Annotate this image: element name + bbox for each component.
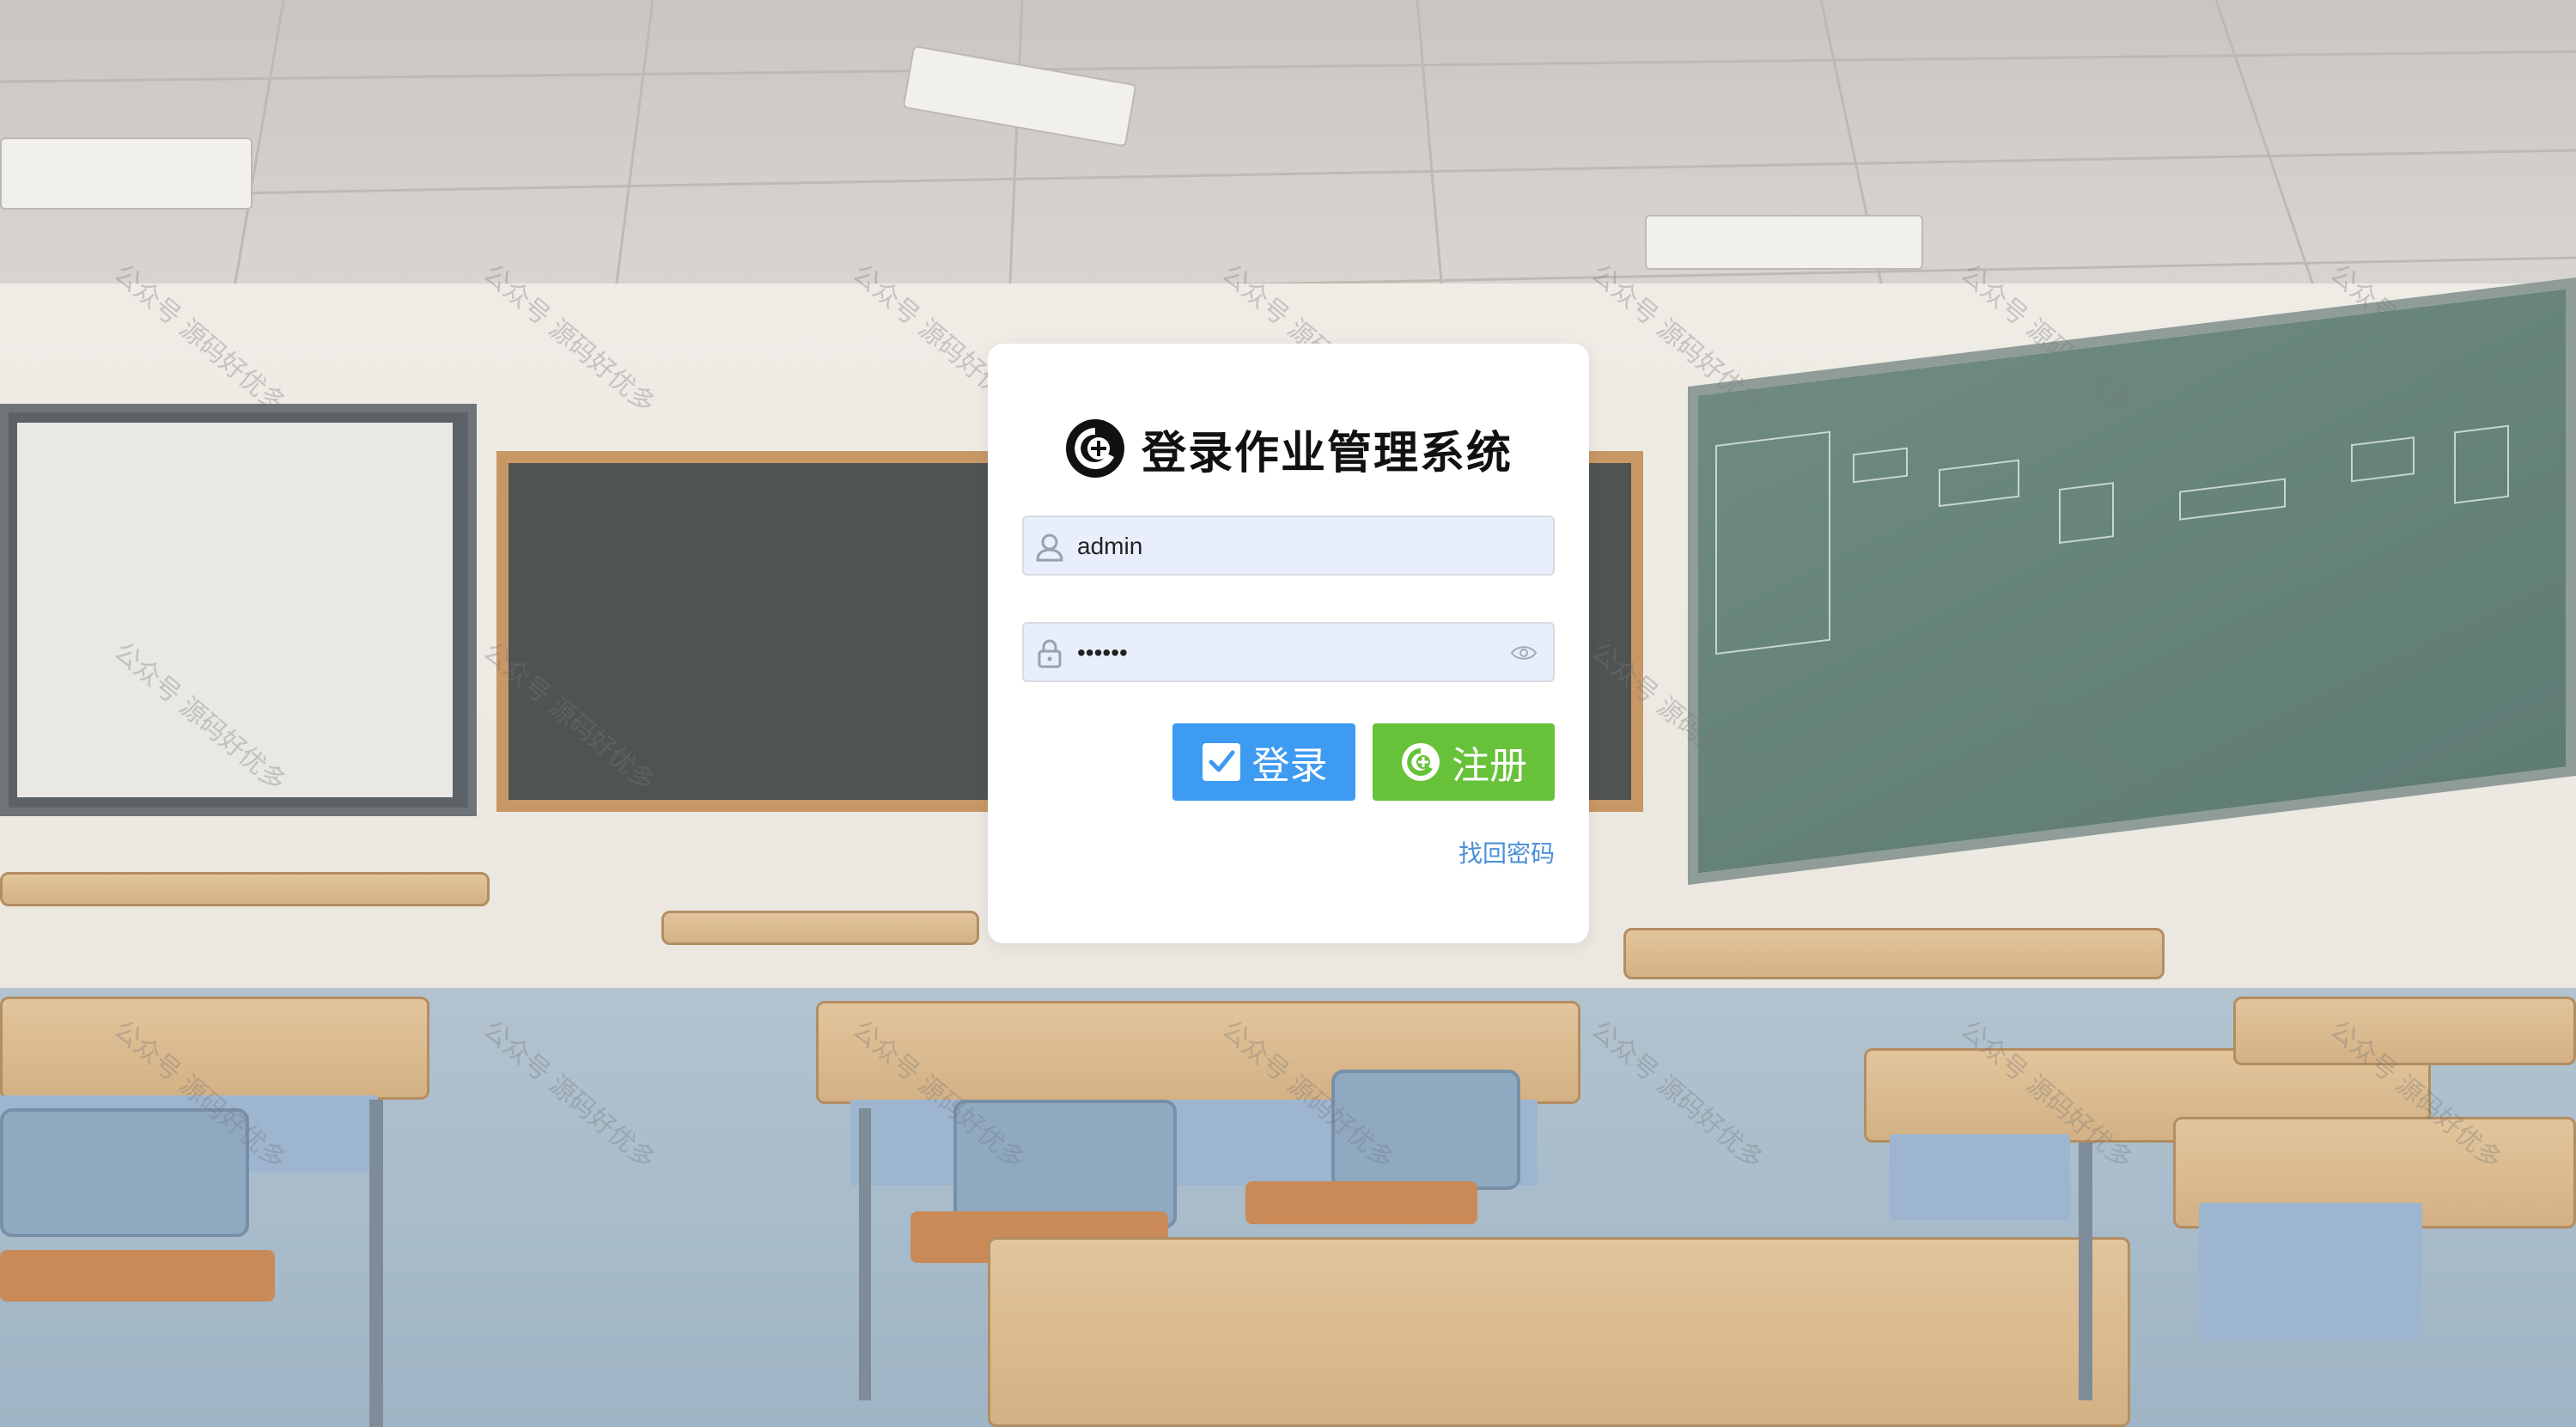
username-field[interactable]	[1022, 515, 1555, 576]
desk-leg	[369, 1100, 383, 1427]
desk	[0, 872, 490, 906]
lock-icon	[1038, 639, 1062, 668]
register-button-label: 注册	[1452, 744, 1527, 788]
desk	[988, 1237, 2130, 1427]
desk	[1623, 928, 2165, 979]
whiteboard-left	[0, 404, 477, 816]
chair-seat	[0, 1250, 275, 1302]
password-field[interactable]	[1022, 622, 1555, 682]
eye-icon[interactable]	[1510, 643, 1538, 663]
chair-seat	[1245, 1181, 1477, 1224]
chair	[0, 1108, 249, 1237]
chair	[953, 1100, 1177, 1229]
login-button[interactable]: 登录	[1172, 723, 1355, 801]
forgot-password-link[interactable]: 找回密码	[1459, 835, 1555, 869]
chair	[1331, 1070, 1520, 1190]
login-button-label: 登录	[1251, 744, 1328, 788]
plus-circle-icon	[1402, 743, 1440, 781]
login-card: 登录作业管理系统 登	[988, 344, 1589, 943]
plus-circle-logo-icon	[1065, 419, 1124, 478]
page-title: 登录作业管理系统	[1141, 427, 1513, 479]
desk	[0, 997, 429, 1100]
desk	[2233, 997, 2576, 1065]
desk-leg	[2079, 1143, 2092, 1400]
login-header: 登录作业管理系统	[988, 414, 1589, 483]
user-icon	[1036, 534, 1063, 562]
checkbox-icon	[1202, 743, 1240, 781]
password-input[interactable]	[1075, 624, 1491, 682]
ceiling-lamp	[0, 137, 253, 210]
username-input[interactable]	[1075, 517, 1491, 576]
ceiling-lamp	[1645, 215, 1923, 270]
desk	[2199, 1203, 2422, 1340]
login-page: 公众号 源码好优多 公众号 源码好优多 公众号 源码好优多 公众号 源码好优多 …	[0, 0, 2576, 1427]
desk	[661, 911, 979, 945]
desk	[1890, 1134, 2070, 1220]
register-button[interactable]: 注册	[1373, 723, 1555, 801]
desk-leg	[859, 1108, 871, 1400]
